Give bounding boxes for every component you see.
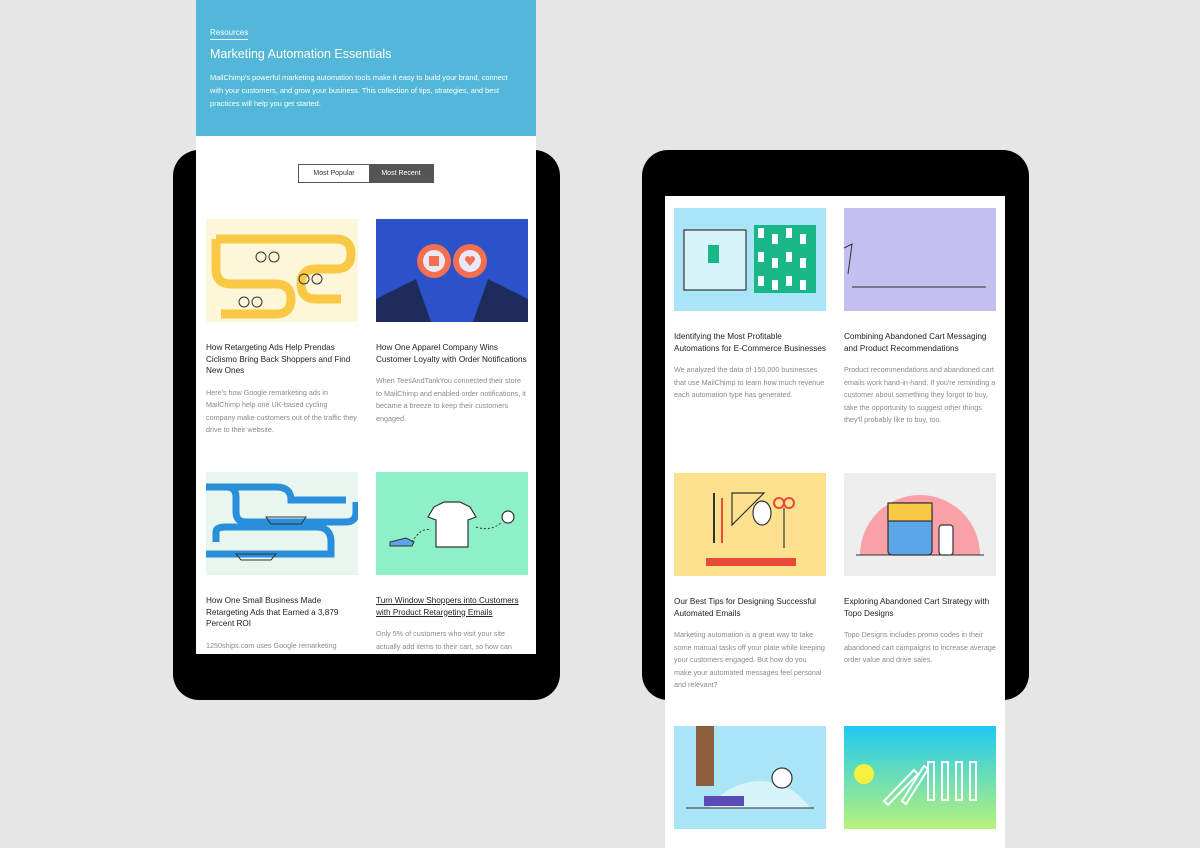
- backpack-illustration: [856, 495, 984, 556]
- page-description: MailChimp's powerful marketing automatio…: [210, 73, 508, 108]
- article-card[interactable]: How Retargeting Ads Help Prendas Ciclism…: [206, 219, 358, 437]
- article-description: We analyzed the data of 150,000 business…: [674, 365, 825, 399]
- design-tools-illustration: [706, 492, 796, 566]
- river-ships-illustration: [206, 483, 358, 561]
- article-description: Topo Designs includes promo codes in the…: [844, 630, 996, 664]
- page-title: Marketing Automation Essentials: [210, 47, 392, 61]
- article-card[interactable]: Turn Window Shoppers into Customers with…: [376, 472, 528, 653]
- shirt-shoe-watch-illustration: [389, 501, 515, 548]
- article-card[interactable]: [674, 726, 826, 829]
- article-card[interactable]: Identifying the Most Profitable Automati…: [674, 208, 826, 402]
- bicycle-road-illustration: [211, 234, 356, 319]
- article-title[interactable]: Combining Abandoned Cart Messaging and P…: [844, 331, 996, 354]
- article-thumbnail[interactable]: [674, 726, 826, 829]
- article-thumbnail[interactable]: [844, 473, 996, 576]
- article-title[interactable]: Turn Window Shoppers into Customers with…: [376, 595, 528, 618]
- article-thumbnail[interactable]: [206, 472, 358, 575]
- cart-line-illustration: [844, 243, 986, 288]
- binoculars-illustration: [376, 244, 528, 322]
- article-card[interactable]: How One Small Business Made Retargeting …: [206, 472, 358, 652]
- article-title[interactable]: Our Best Tips for Designing Successful A…: [674, 596, 826, 619]
- money-pattern-illustration: [683, 225, 816, 293]
- right-screen: Identifying the Most Profitable Automati…: [665, 196, 1005, 848]
- article-title[interactable]: Identifying the Most Profitable Automati…: [674, 331, 826, 354]
- article-title[interactable]: How Retargeting Ads Help Prendas Ciclism…: [206, 342, 358, 377]
- article-thumbnail[interactable]: [376, 472, 528, 575]
- article-thumbnail[interactable]: [674, 473, 826, 576]
- lightbulb-illustration: [686, 726, 814, 809]
- article-thumbnail[interactable]: [844, 208, 996, 311]
- article-thumbnail[interactable]: [844, 726, 996, 829]
- sort-toggle: Most Popular Most Recent: [298, 164, 434, 183]
- article-title[interactable]: How One Apparel Company Wins Customer Lo…: [376, 342, 528, 365]
- article-card[interactable]: Our Best Tips for Designing Successful A…: [674, 473, 826, 692]
- article-thumbnail[interactable]: [376, 219, 528, 322]
- left-screen: Resources Marketing Automation Essential…: [196, 0, 536, 654]
- article-description: Here's how Google remarketing ads in Mai…: [206, 387, 357, 435]
- dominoes-illustration: [854, 761, 977, 807]
- hero-banner: Resources Marketing Automation Essential…: [196, 0, 536, 136]
- breadcrumb[interactable]: Resources: [210, 28, 249, 40]
- article-description: Product recommendations and abandoned ca…: [844, 365, 996, 424]
- article-title[interactable]: How One Small Business Made Retargeting …: [206, 595, 358, 630]
- tab-most-recent[interactable]: Most Recent: [369, 165, 433, 182]
- article-description: When TeesAndTankYou connected their stor…: [376, 376, 526, 423]
- article-title[interactable]: Exploring Abandoned Cart Strategy with T…: [844, 596, 996, 619]
- article-card[interactable]: How One Apparel Company Wins Customer Lo…: [376, 219, 528, 425]
- article-thumbnail[interactable]: [206, 219, 358, 322]
- article-description: 1250ships.com uses Google remarketing: [206, 640, 337, 650]
- article-thumbnail[interactable]: [674, 208, 826, 311]
- article-description: Marketing automation is a great way to t…: [674, 630, 825, 689]
- article-card[interactable]: Exploring Abandoned Cart Strategy with T…: [844, 473, 996, 667]
- article-card[interactable]: Combining Abandoned Cart Messaging and P…: [844, 208, 996, 427]
- article-description: Only 5% of customers who visit your site…: [376, 629, 512, 651]
- tab-most-popular[interactable]: Most Popular: [299, 165, 369, 182]
- article-card[interactable]: [844, 726, 996, 829]
